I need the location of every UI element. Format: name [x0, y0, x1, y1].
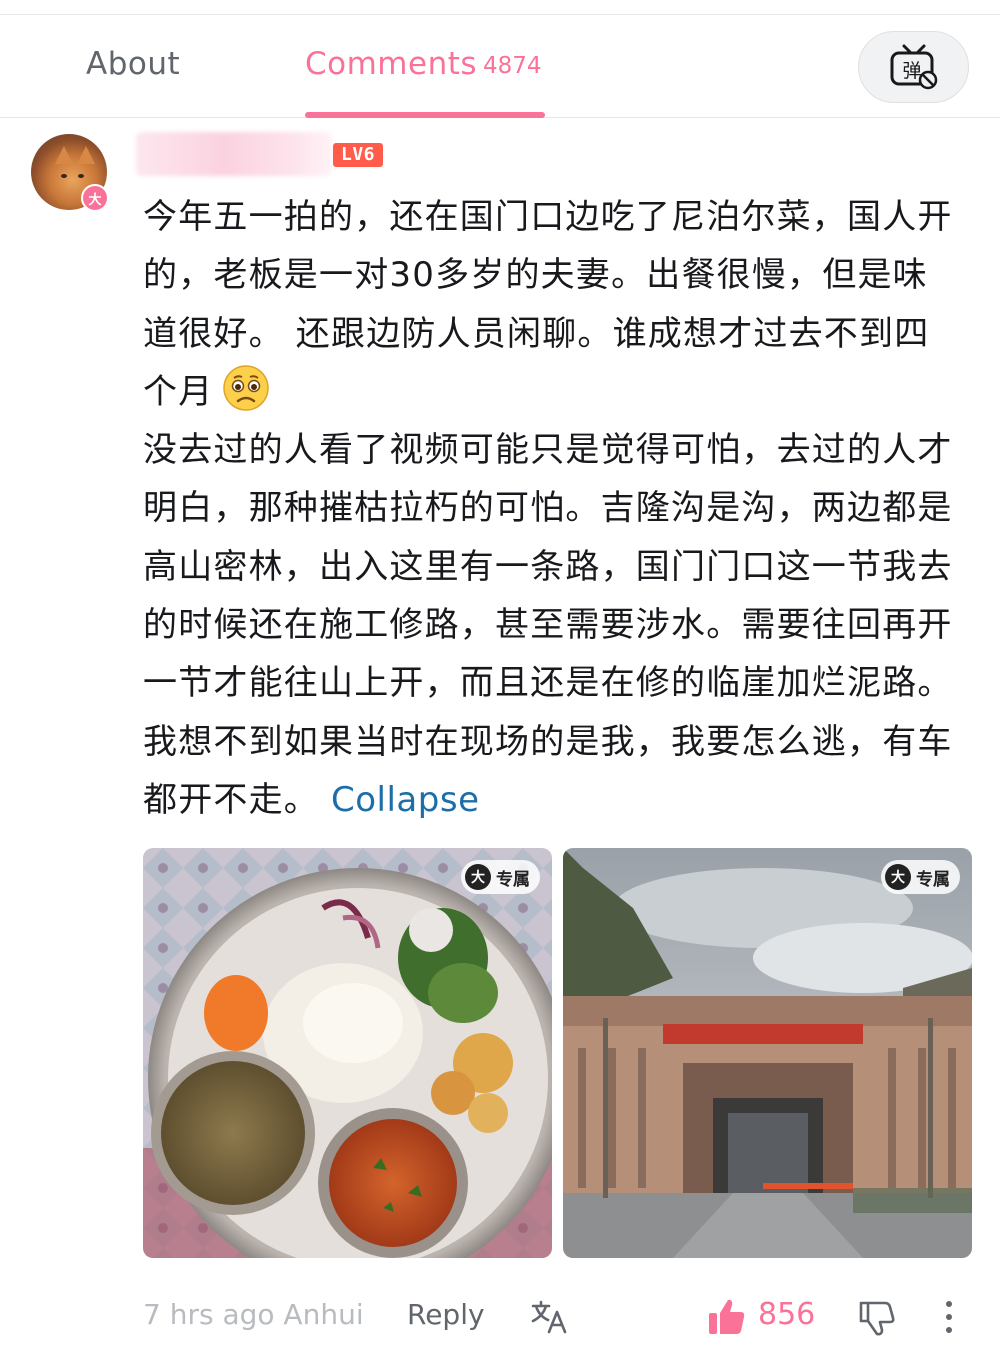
level-badge: LV6: [333, 143, 383, 167]
comment-body: 今年五一拍的，还在国门口边吃了尼泊尔菜，国人开的，老板是一对30多岁的夫妻。出餐…: [143, 188, 958, 829]
danmaku-off-icon: 弹: [890, 44, 937, 90]
exclusive-tag: 大 专属: [881, 860, 960, 894]
translate-icon[interactable]: [530, 1299, 568, 1335]
worried-face-emoji: [221, 363, 271, 413]
reply-button[interactable]: Reply: [407, 1298, 485, 1331]
vip-badge: 大: [81, 184, 109, 212]
tab-comments-count: 4874: [483, 53, 542, 79]
collapse-link[interactable]: Collapse: [331, 780, 479, 820]
active-tab-indicator: [305, 112, 545, 118]
dislike-icon[interactable]: [858, 1299, 896, 1337]
tab-comments[interactable]: Comments: [305, 46, 477, 82]
like-count: 856: [758, 1297, 816, 1332]
more-options-icon[interactable]: [938, 1300, 960, 1334]
username-blurred[interactable]: [136, 132, 332, 176]
exclusive-tag: 大 专属: [461, 860, 540, 894]
svg-text:弹: 弹: [902, 60, 921, 82]
danmaku-toggle-button[interactable]: 弹: [858, 31, 969, 103]
comment-time-location: 7 hrs ago Anhui: [143, 1298, 364, 1331]
tab-about[interactable]: About: [86, 46, 180, 82]
comment-image-2[interactable]: 大 专属: [563, 848, 972, 1258]
tab-bar: About Comments 4874 弹: [0, 15, 1000, 118]
comment-image-1[interactable]: 大 专属: [143, 848, 552, 1258]
comment-paragraph-2: 没去过的人看了视频可能只是觉得可怕，去过的人才明白，那种摧枯拉朽的可怕。吉隆沟是…: [143, 430, 953, 820]
like-icon[interactable]: [707, 1297, 747, 1337]
